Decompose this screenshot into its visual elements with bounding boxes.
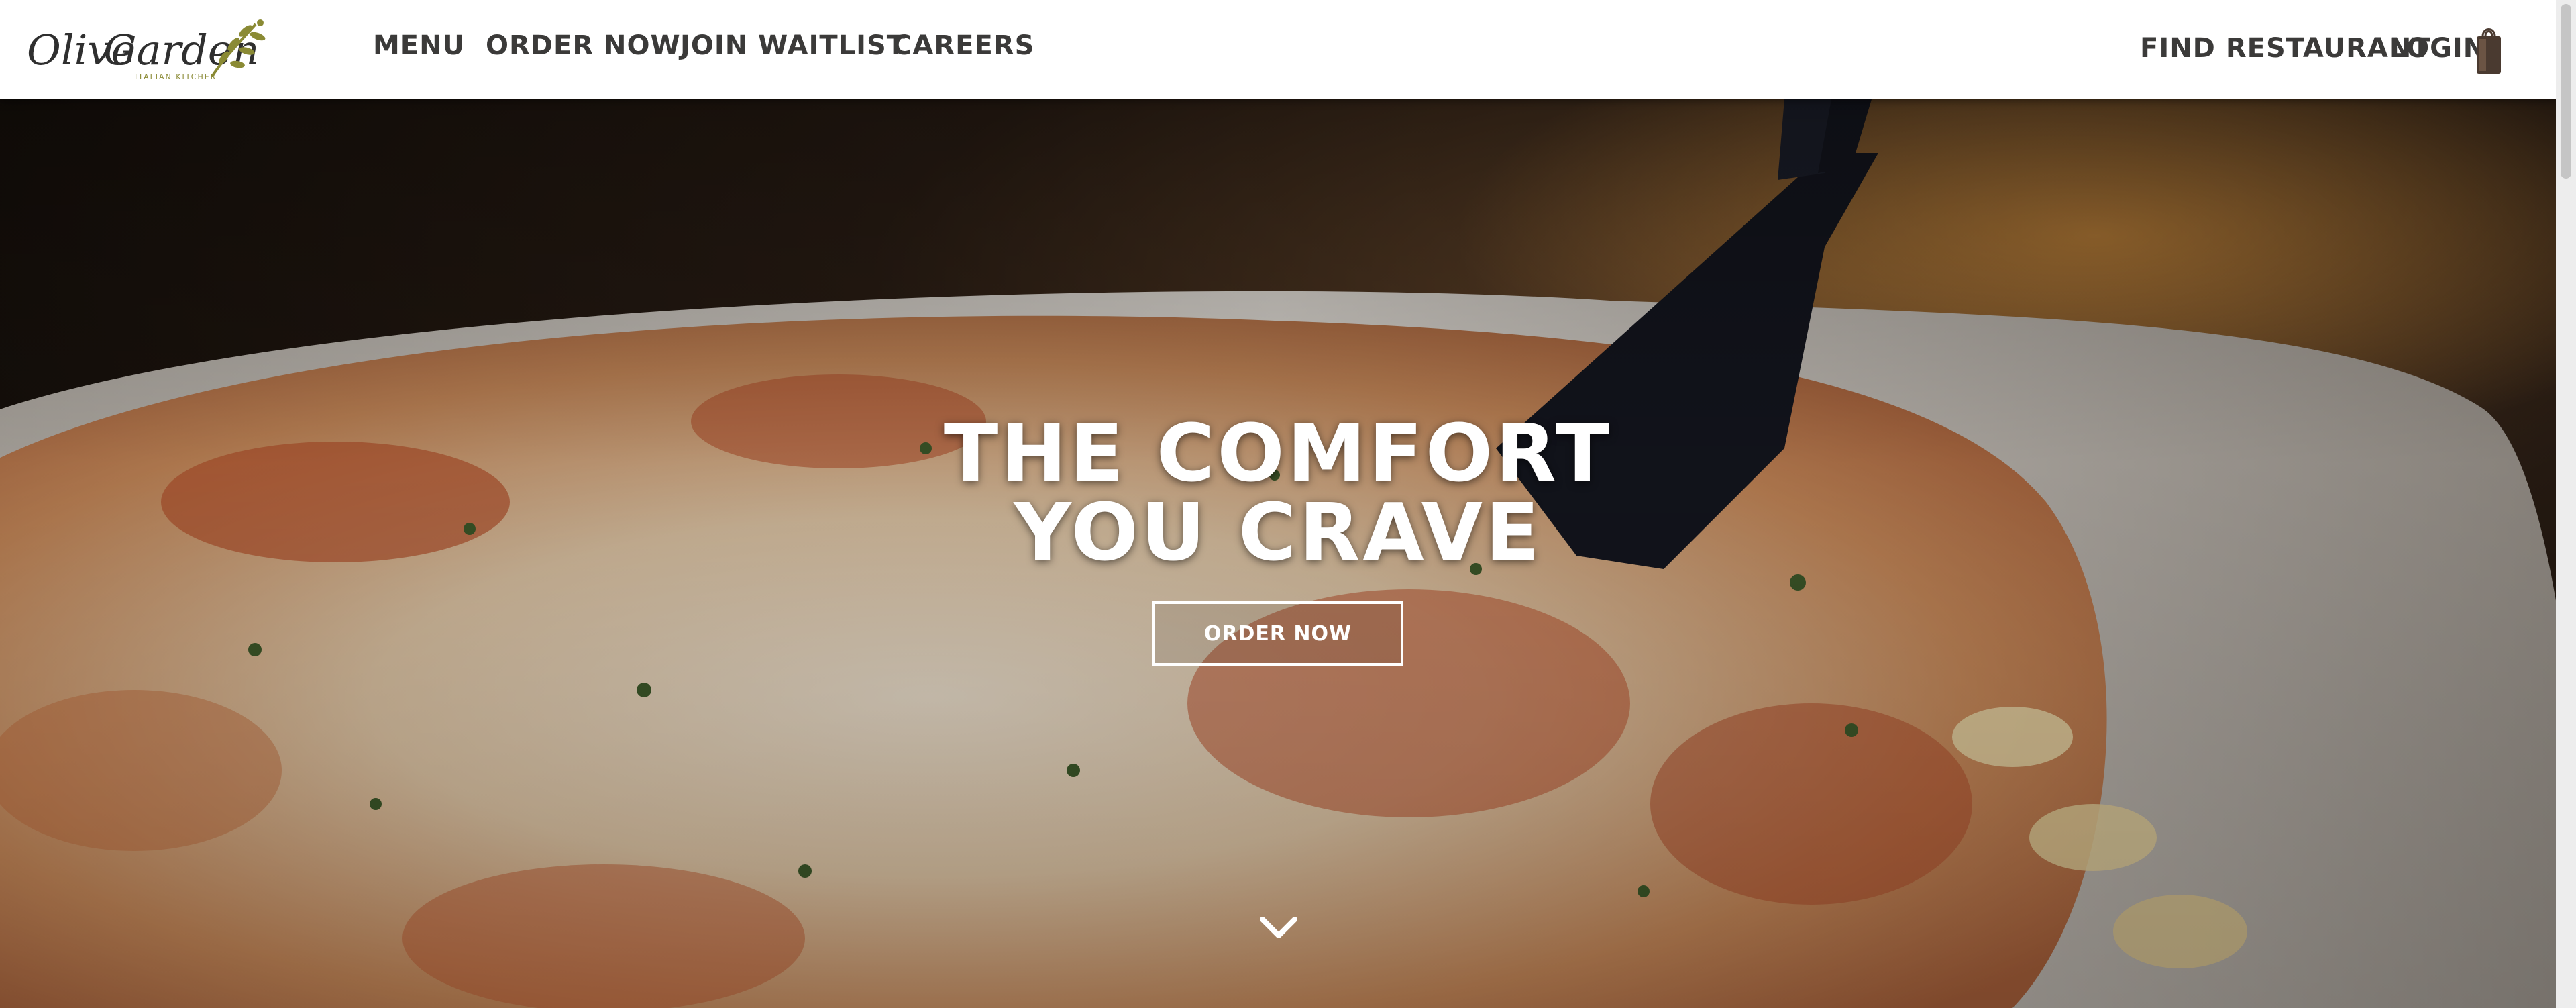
hero-banner: THE COMFORT YOU CRAVE ORDER NOW [0,99,2556,1008]
hero-headline-line-1: THE COMFORT [943,407,1613,499]
site-header: Olive Garden ITALIAN KITCHEN MENU ORDER … [0,0,2556,99]
nav-careers-link[interactable]: CAREERS [892,28,1034,63]
find-restaurant-link[interactable]: FIND RESTAURANT [2140,31,2431,66]
hero-order-now-button[interactable]: ORDER NOW [1152,601,1403,666]
hero-headline: THE COMFORT YOU CRAVE [875,413,1680,572]
page: Olive Garden ITALIAN KITCHEN MENU ORDER … [0,0,2576,1008]
nav-menu-link[interactable]: MENU [373,28,465,63]
logo-tagline: ITALIAN KITCHEN [135,72,217,81]
nav-join-waitlist-link[interactable]: JOIN WAITLIST [680,28,906,63]
olive-garden-logo[interactable]: Olive Garden ITALIAN KITCHEN [24,16,272,83]
olive-branch-icon: Olive Garden ITALIAN KITCHEN [27,19,266,81]
shopping-bag-icon[interactable] [2474,23,2504,75]
scrollbar-thumb[interactable] [2561,4,2571,179]
vertical-scrollbar[interactable] [2556,0,2576,1008]
login-link[interactable]: LOGIN [2390,31,2486,66]
chevron-down-icon[interactable] [1258,914,1299,941]
hero-headline-line-2: YOU CRAVE [1014,486,1542,578]
nav-order-now-link[interactable]: ORDER NOW [486,28,681,63]
